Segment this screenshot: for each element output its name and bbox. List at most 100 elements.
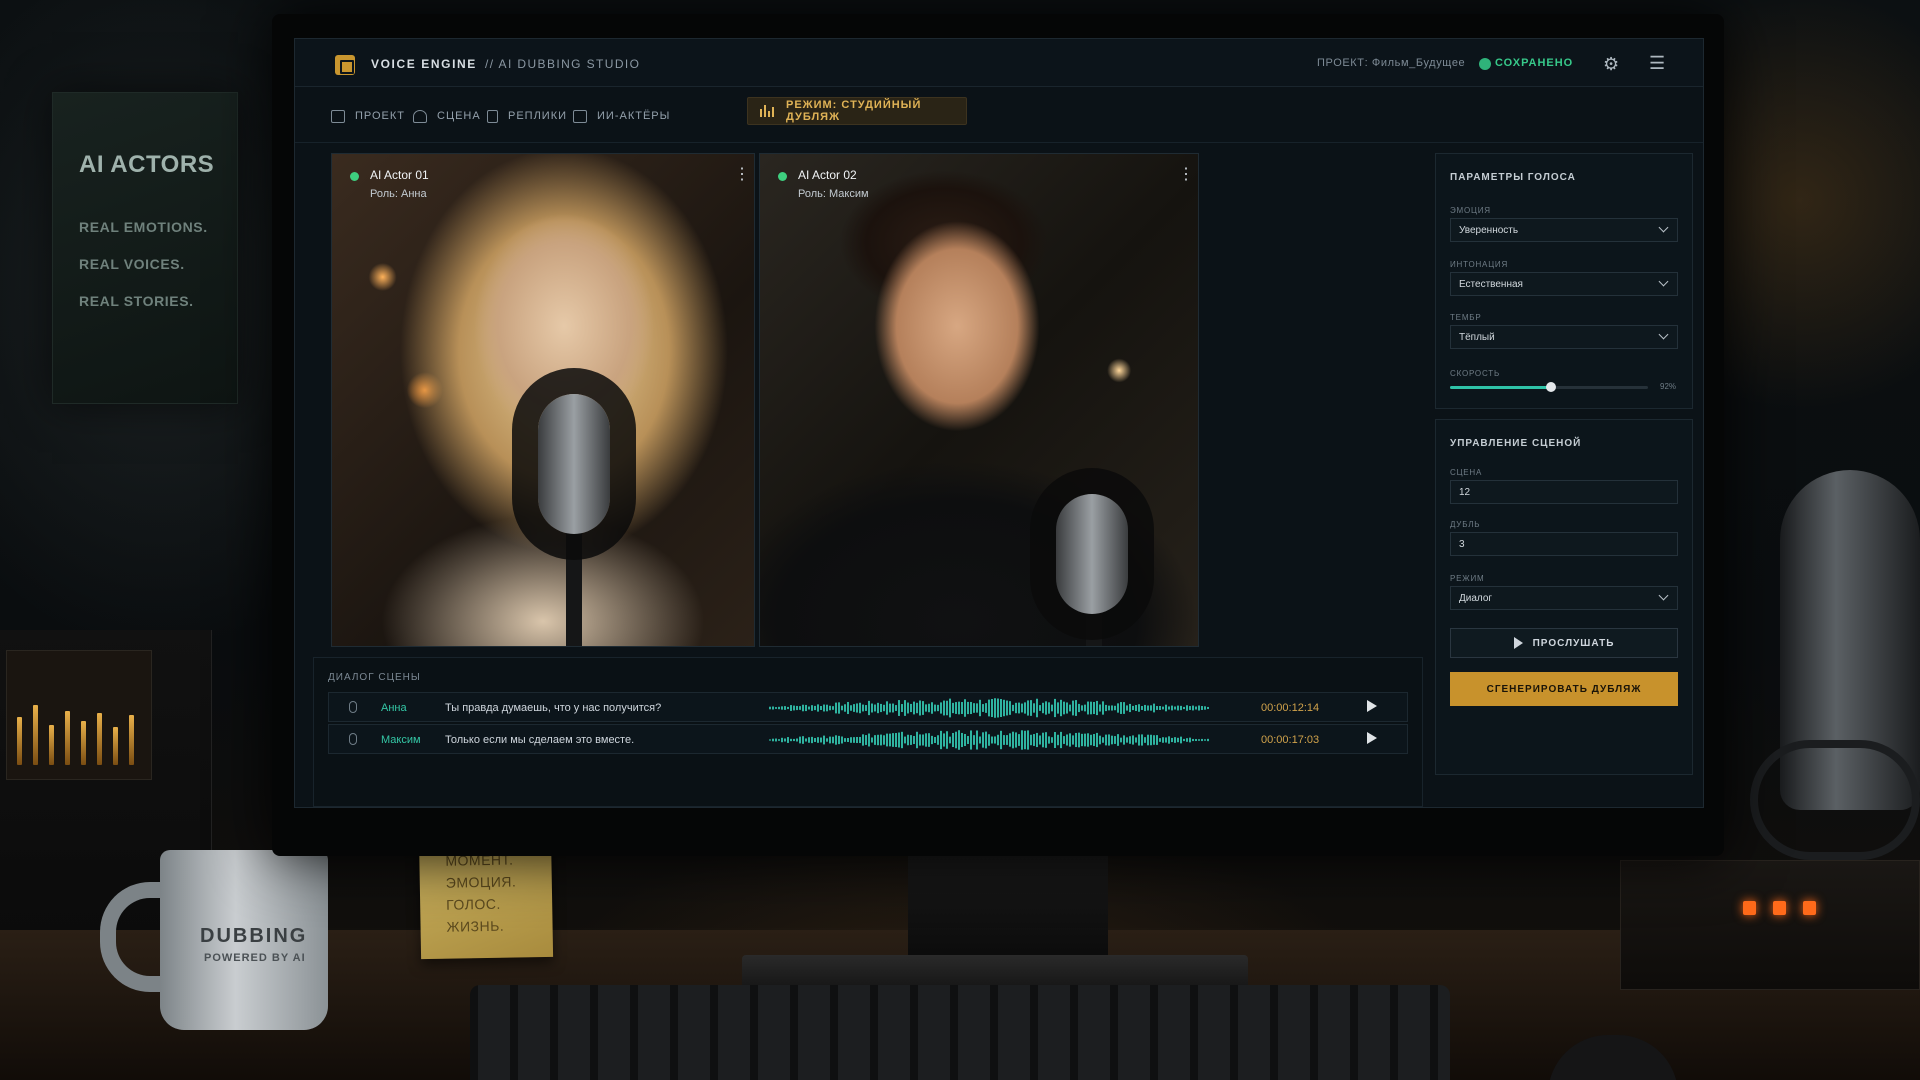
- select-value: Естественная: [1459, 279, 1523, 290]
- waveform-bar: [1060, 699, 1062, 717]
- actor-video-feed: [332, 154, 754, 646]
- waveform-bar: [1048, 736, 1050, 744]
- actor-video-card[interactable]: AI Actor 01 Роль: Анна ⋮: [331, 153, 755, 647]
- waveform-bar: [919, 734, 921, 746]
- waveform-bar: [847, 737, 849, 743]
- mode-select[interactable]: Диалог: [1450, 586, 1678, 610]
- take-label: ДУБЛЬ: [1450, 520, 1481, 529]
- waveform-bar: [937, 704, 939, 712]
- timecode: 00:00:17:03: [1261, 734, 1320, 746]
- waveform-bar: [856, 736, 858, 744]
- waveform-bar: [949, 698, 951, 718]
- microphone-icon: [349, 701, 357, 713]
- speed-slider[interactable]: [1450, 382, 1648, 392]
- waveform-bar: [1045, 732, 1047, 748]
- chevron-down-icon: [1658, 329, 1669, 340]
- tab-bar: ПРОЕКТ СЦЕНА РЕПЛИКИ ИИ-АКТЁРЫ РЕЖИМ: СТ…: [295, 87, 1703, 143]
- play-icon[interactable]: [1367, 700, 1377, 712]
- waveform-bar: [970, 730, 972, 750]
- waveform-bar: [952, 732, 954, 748]
- slider-handle[interactable]: [1545, 382, 1556, 392]
- actor-video-card[interactable]: AI Actor 02 Роль: Максим ⋮: [759, 153, 1199, 647]
- waveform-bar: [1177, 737, 1179, 743]
- waveform-bar: [1054, 732, 1056, 748]
- listen-button[interactable]: ПРОСЛУШАТЬ: [1450, 628, 1678, 658]
- waveform-bar: [982, 704, 984, 712]
- timbre-select[interactable]: Тёплый: [1450, 325, 1678, 349]
- waveform-bar: [907, 734, 909, 746]
- waveform: [769, 698, 1209, 718]
- play-icon: [1513, 637, 1523, 649]
- tab-studio-dubbing-mode[interactable]: РЕЖИМ: СТУДИЙНЫЙ ДУБЛЯЖ: [747, 97, 967, 125]
- waveform-bar: [1024, 730, 1026, 750]
- note-line: ЭМОЦИЯ.: [445, 873, 517, 891]
- slider-fill: [1450, 386, 1551, 389]
- timecode: 00:00:12:14: [1261, 702, 1320, 714]
- scene-number-input[interactable]: 12: [1450, 480, 1678, 504]
- tab-scene[interactable]: СЦЕНА: [413, 104, 481, 128]
- take-number-input[interactable]: 3: [1450, 532, 1678, 556]
- waveform-bar: [1138, 704, 1140, 712]
- tab-label: РЕЖИМ: СТУДИЙНЫЙ ДУБЛЯЖ: [786, 99, 922, 123]
- waveform: [769, 730, 1209, 750]
- meter-bar: [65, 711, 70, 765]
- waveform-bar: [973, 735, 975, 745]
- waveform-bar: [1117, 703, 1119, 713]
- waveform-bar: [829, 736, 831, 744]
- emotion-select[interactable]: Уверенность: [1450, 218, 1678, 242]
- tab-lines[interactable]: РЕПЛИКИ: [487, 104, 567, 128]
- waveform-bar: [877, 702, 879, 714]
- intonation-select[interactable]: Естественная: [1450, 272, 1678, 296]
- waveform-bar: [862, 734, 864, 746]
- waveform-bar: [1099, 704, 1101, 712]
- hamburger-menu-icon[interactable]: ☰: [1649, 53, 1665, 74]
- waveform-bar: [1123, 702, 1125, 714]
- waveform-bar: [832, 706, 834, 710]
- waveform-bar: [955, 702, 957, 714]
- dialogue-row[interactable]: Максим Только если мы сделаем это вместе…: [328, 724, 1408, 754]
- waveform-bar: [1027, 700, 1029, 716]
- dialogue-row[interactable]: Анна Ты правда думаешь, что у нас получи…: [328, 692, 1408, 722]
- waveform-bar: [1168, 736, 1170, 744]
- tab-ai-actors[interactable]: ИИ-АКТЁРЫ: [573, 104, 670, 128]
- waveform-bar: [790, 738, 792, 742]
- more-options-icon[interactable]: ⋮: [734, 167, 750, 183]
- waveform-bar: [784, 706, 786, 710]
- waveform-bar: [1063, 701, 1065, 715]
- waveform-bar: [1018, 734, 1020, 746]
- timbre-label: ТЕМБР: [1450, 313, 1482, 322]
- waveform-bar: [967, 736, 969, 744]
- waveform-bar: [1174, 706, 1176, 710]
- waveform-bar: [1171, 705, 1173, 711]
- waveform-bar: [1150, 705, 1152, 711]
- waveform-bar: [1162, 706, 1164, 710]
- waveform-bar: [1081, 733, 1083, 747]
- tab-project[interactable]: ПРОЕКТ: [331, 104, 405, 128]
- gear-icon[interactable]: ⚙: [1603, 54, 1619, 75]
- generate-dubbing-button[interactable]: СГЕНЕРИРОВАТЬ ДУБЛЯЖ: [1450, 672, 1678, 706]
- waveform-bar: [931, 702, 933, 714]
- voice-params-panel: ПАРАМЕТРЫ ГОЛОСА ЭМОЦИЯ Уверенность ИНТО…: [1435, 153, 1693, 409]
- waveform-bar: [1000, 730, 1002, 750]
- project-name[interactable]: ПРОЕКТ: Фильм_Будущее: [1317, 57, 1465, 69]
- waveform-bar: [907, 702, 909, 714]
- play-icon[interactable]: [1367, 732, 1377, 744]
- waveform-bar: [1132, 705, 1134, 711]
- tab-label: РЕПЛИКИ: [508, 110, 568, 122]
- waveform-bar: [781, 706, 783, 710]
- waveform-bar: [1102, 701, 1104, 715]
- waveform-bar: [1204, 706, 1206, 710]
- waveform-bar: [1144, 704, 1146, 712]
- waveform-bar: [1117, 734, 1119, 746]
- more-options-icon[interactable]: ⋮: [1178, 167, 1194, 183]
- waveform-bar: [1063, 736, 1065, 744]
- waveform-bar: [937, 735, 939, 745]
- waveform-bar: [889, 733, 891, 747]
- waveform-bar: [880, 734, 882, 746]
- waveform-bar: [1057, 734, 1059, 746]
- waveform-bar: [859, 736, 861, 744]
- project-icon: [331, 109, 345, 123]
- waveform-bar: [991, 698, 993, 718]
- waveform-bar: [1015, 702, 1017, 714]
- speaker-name: Анна: [381, 702, 407, 714]
